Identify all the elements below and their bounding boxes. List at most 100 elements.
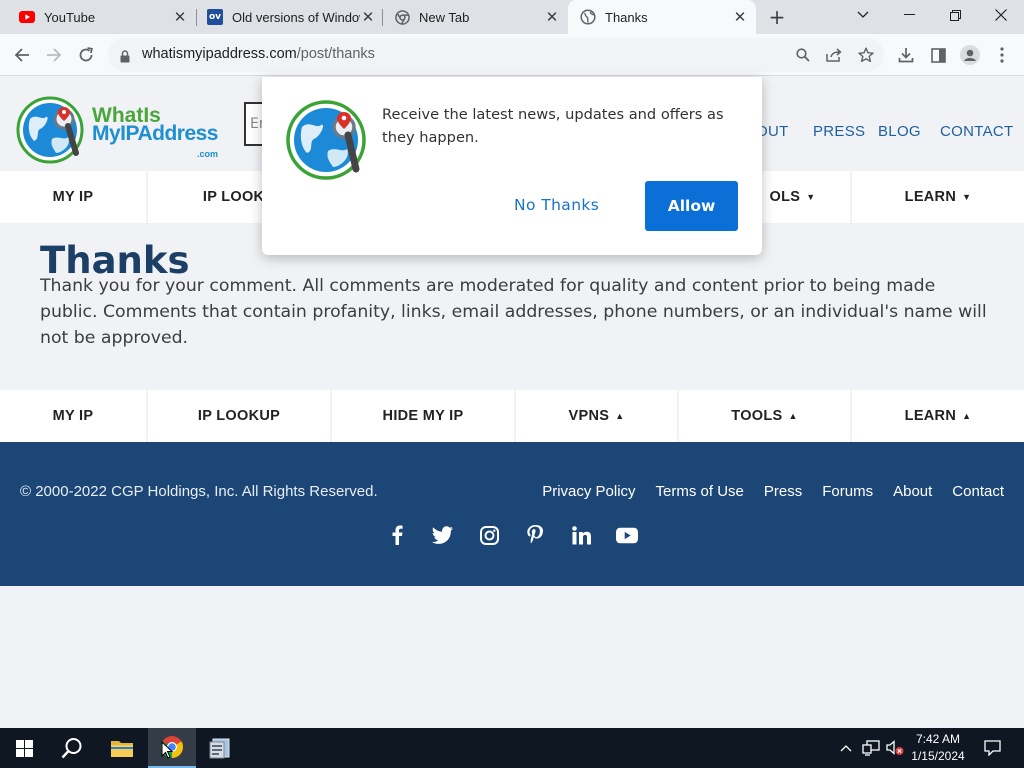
bottom-nav: MY IP IP LOOKUP HIDE MY IP VPNS ▲ TOOLS ▲ … [0, 390, 1024, 442]
footer-link-contact[interactable]: Contact [952, 483, 1004, 500]
facebook-icon[interactable] [386, 524, 408, 546]
start-button[interactable] [0, 728, 48, 768]
header-nav-press[interactable]: PRESS [813, 123, 865, 140]
bottom-nav-tools[interactable]: TOOLS ▲ [679, 390, 852, 442]
browser-tabstrip: YouTube ✕ ov Old versions of Windows ✕ N… [0, 0, 1024, 34]
bookmark-star-icon[interactable] [857, 46, 875, 64]
restore-button[interactable] [932, 0, 978, 30]
social-links [386, 524, 638, 546]
action-center-button[interactable] [978, 728, 1006, 768]
side-panel-icon[interactable] [927, 44, 949, 66]
chevron-down-icon [857, 11, 869, 18]
caret-down-icon: ▼ [962, 192, 972, 202]
site-footer: © 2000-2022 CGP Holdings, Inc. All Right… [0, 442, 1024, 586]
back-button[interactable] [8, 41, 36, 69]
notification-permission-popup: Receive the latest news, updates and off… [262, 77, 762, 255]
caret-up-icon: ▲ [788, 411, 798, 421]
tab-youtube[interactable]: YouTube ✕ [0, 0, 196, 34]
network-status[interactable] [860, 728, 882, 768]
tab-new-tab[interactable]: New Tab ✕ [375, 0, 568, 34]
tab-title: Old versions of Windows [232, 9, 360, 25]
nav-label: LEARN [904, 189, 957, 205]
nav-label: IP LOOKUP [197, 408, 281, 424]
clock-date: 1/15/2024 [911, 749, 965, 763]
minimize-button[interactable] [886, 0, 932, 30]
site-logo-icon [286, 100, 366, 180]
nav-label: LEARN [904, 408, 957, 424]
header-nav-blog[interactable]: BLOG [878, 123, 921, 140]
browser-toolbar: whatismyipaddress.com/post/thanks [0, 34, 1024, 76]
header-nav-contact[interactable]: CONTACT [940, 123, 1013, 140]
taskbar-search-button[interactable] [48, 728, 96, 768]
tab-old-versions[interactable]: ov Old versions of Windows ✕ [188, 0, 384, 34]
no-thanks-button[interactable]: No Thanks [514, 196, 619, 216]
taskbar-file-explorer[interactable] [98, 728, 146, 768]
close-icon[interactable]: ✕ [544, 8, 560, 26]
bottom-nav-vpns[interactable]: VPNS ▲ [516, 390, 679, 442]
notification-icon [983, 740, 1001, 756]
nav-label: MY IP [52, 408, 94, 424]
globe-logo-icon [16, 96, 84, 164]
reload-button[interactable] [72, 41, 100, 69]
reload-icon [79, 47, 93, 62]
show-hidden-icons-button[interactable] [838, 728, 854, 768]
windows-taskbar: 7:42 AM 1/15/2024 [0, 728, 1024, 768]
restore-icon [949, 9, 961, 21]
nav-label: HIDE MY IP [382, 408, 464, 424]
bottom-nav-ip-lookup[interactable]: IP LOOKUP [148, 390, 332, 442]
clock-time: 7:42 AM [915, 732, 961, 746]
footer-link-press[interactable]: Press [764, 483, 802, 500]
youtube-icon[interactable] [616, 524, 638, 546]
close-icon[interactable]: ✕ [172, 8, 188, 26]
page-body: Thank you for your comment. All comments… [40, 276, 987, 348]
tab-thanks[interactable]: Thanks ✕ [568, 0, 756, 34]
close-icon[interactable]: ✕ [360, 8, 376, 26]
close-icon[interactable]: ✕ [732, 8, 748, 26]
caret-down-icon: ▼ [806, 192, 816, 202]
logo-line2: MyIPAddress [92, 122, 219, 145]
share-icon[interactable] [825, 46, 843, 64]
site-logo[interactable]: WhatIs MyIPAddress .com [16, 95, 226, 165]
footer-link-privacy[interactable]: Privacy Policy [542, 483, 635, 500]
footer-link-forums[interactable]: Forums [822, 483, 873, 500]
minimize-icon [903, 14, 915, 15]
logo-text: WhatIs MyIPAddress .com [92, 105, 219, 159]
kebab-menu-icon[interactable] [991, 44, 1013, 66]
download-icon[interactable] [895, 44, 917, 66]
bottom-nav-learn[interactable]: LEARN ▲ [852, 390, 1024, 442]
taskbar-app[interactable] [196, 728, 244, 768]
close-window-button[interactable] [978, 0, 1024, 30]
nav-label: MY IP [52, 189, 94, 205]
volume-status[interactable] [884, 728, 906, 768]
profile-icon[interactable] [959, 44, 981, 66]
new-tab-button[interactable]: + [765, 5, 789, 29]
footer-links: Privacy Policy Terms of Use Press Forums… [542, 483, 1004, 500]
volume-muted-icon [886, 740, 904, 755]
zoom-search-icon[interactable] [794, 46, 812, 64]
close-icon [995, 9, 1007, 21]
bottom-nav-my-ip[interactable]: MY IP [0, 390, 148, 442]
footer-link-about[interactable]: About [893, 483, 932, 500]
allow-button[interactable]: Allow [645, 181, 738, 231]
tab-title: New Tab [419, 9, 470, 25]
footer-link-terms[interactable]: Terms of Use [656, 483, 744, 500]
instagram-icon[interactable] [478, 524, 500, 546]
address-bar[interactable]: whatismyipaddress.com/post/thanks [108, 38, 884, 72]
nav-my-ip[interactable]: MY IP [0, 171, 148, 223]
lock-icon [120, 48, 130, 67]
tab-search-button[interactable] [840, 0, 886, 30]
popup-message: Receive the latest news, updates and off… [382, 106, 724, 146]
linkedin-icon[interactable] [570, 524, 592, 546]
arrow-right-icon [47, 48, 62, 62]
url-path: /post/thanks [296, 46, 375, 62]
forward-button[interactable] [40, 41, 68, 69]
twitter-icon[interactable] [432, 524, 454, 546]
taskbar-chrome[interactable] [148, 728, 196, 768]
chevron-up-icon [840, 745, 852, 752]
nav-learn[interactable]: LEARN ▼ [852, 171, 1024, 223]
taskbar-clock[interactable]: 7:42 AM 1/15/2024 [905, 731, 971, 765]
pinterest-icon[interactable] [524, 524, 546, 546]
bottom-nav-hide-my-ip[interactable]: HIDE MY IP [332, 390, 516, 442]
globe-icon [580, 9, 596, 25]
oldversion-icon: ov [207, 9, 223, 25]
